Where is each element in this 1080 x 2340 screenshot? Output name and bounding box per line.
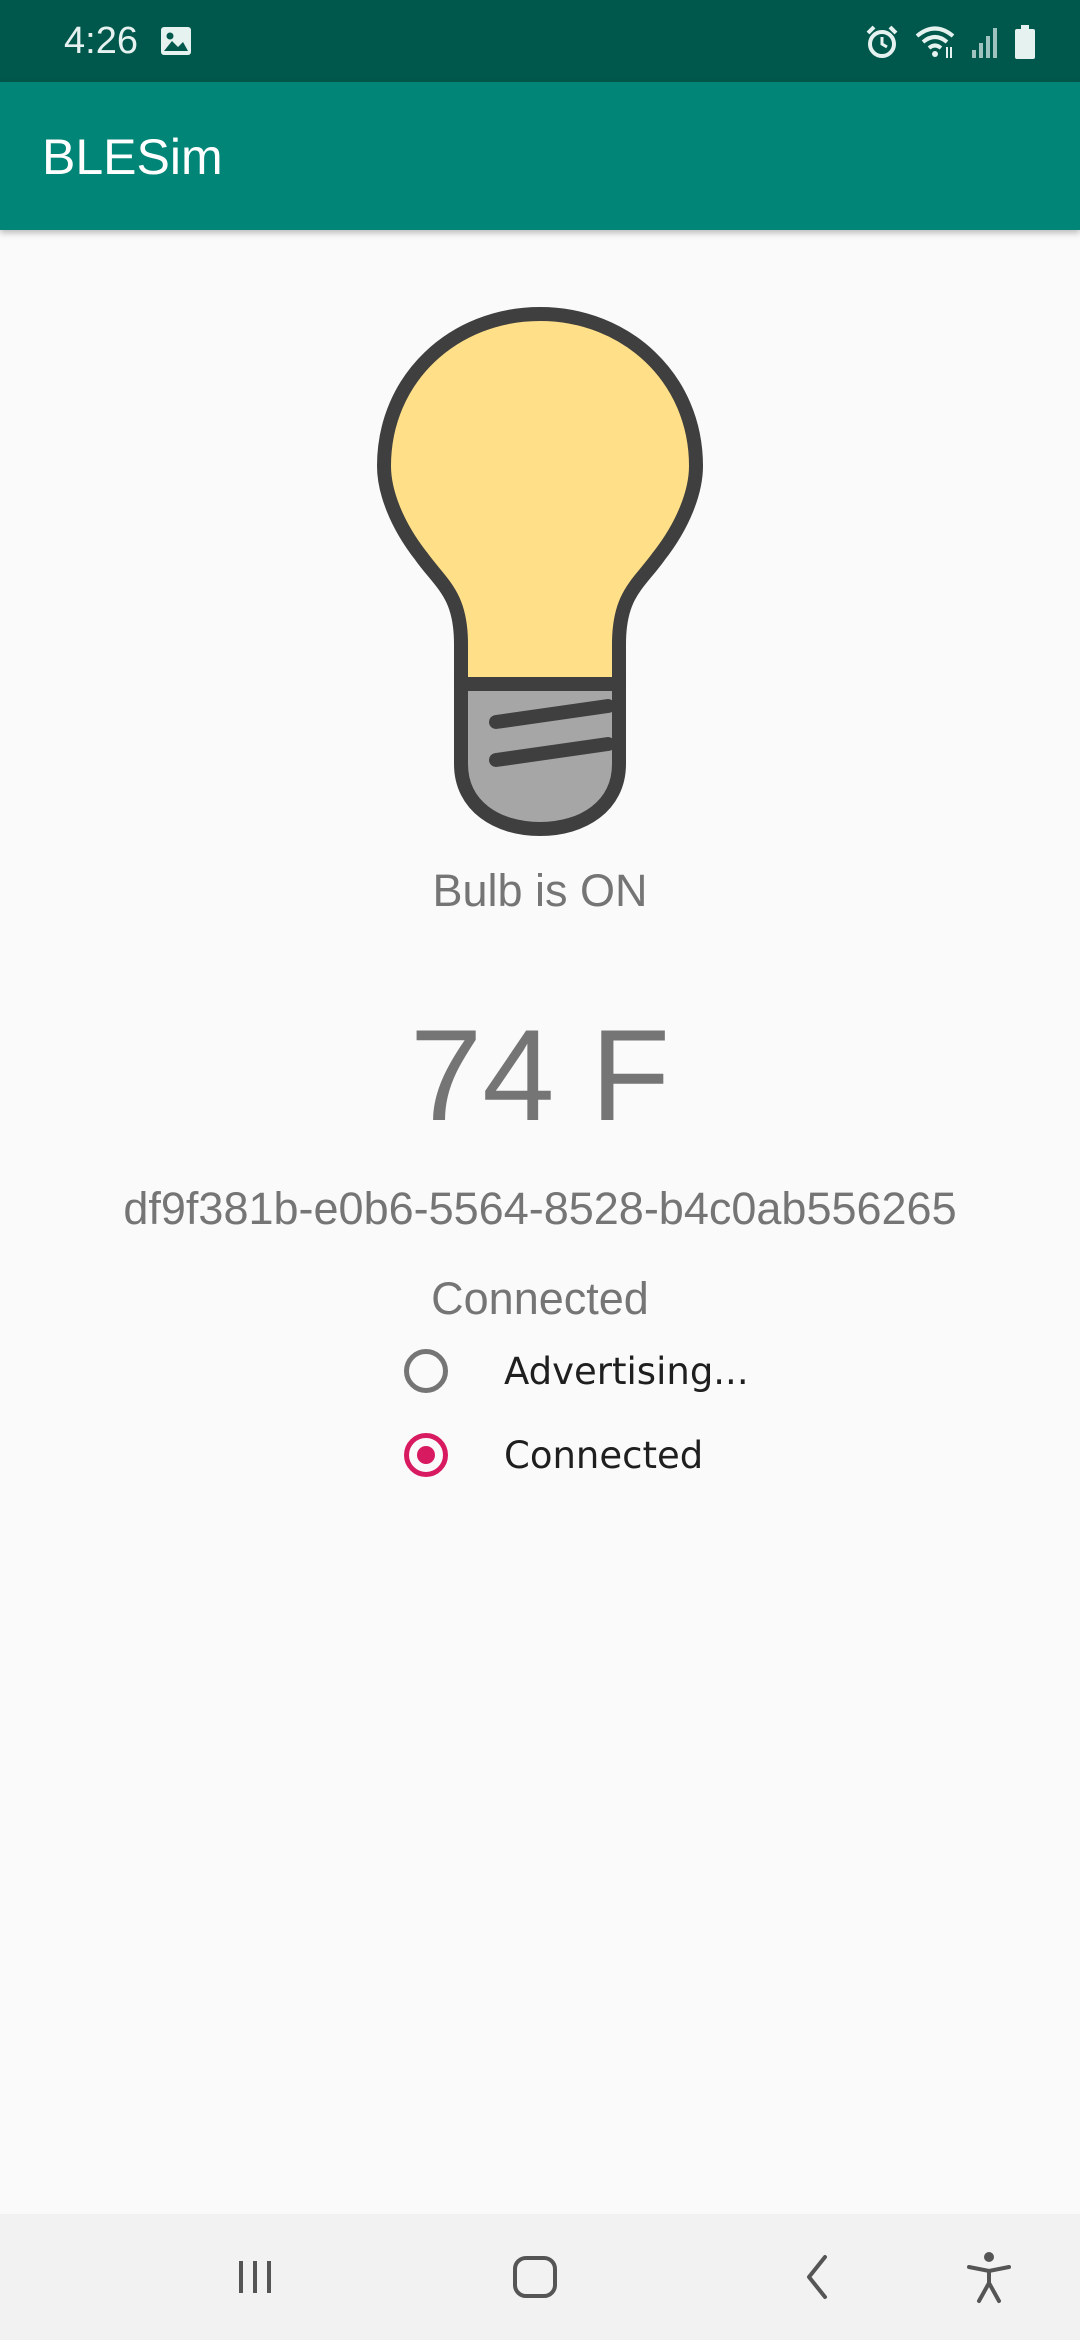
app-title: BLESim xyxy=(42,129,223,185)
accessibility-icon[interactable] xyxy=(944,2242,1034,2312)
battery-icon xyxy=(1014,25,1036,64)
radio-label: Connected xyxy=(504,1433,704,1477)
radio-connected[interactable]: Connected xyxy=(404,1420,703,1490)
radio-button-checked[interactable] xyxy=(404,1433,448,1477)
temperature-value: 74 F xyxy=(409,1002,671,1148)
status-time: 4:26 xyxy=(64,20,138,62)
bulb-status-label: Bulb is ON xyxy=(432,865,648,916)
alarm-icon xyxy=(864,24,900,65)
gallery-icon xyxy=(160,26,192,61)
device-id: df9f381b-e0b6-5564-8528-b4c0ab556265 xyxy=(123,1183,957,1234)
wifi-icon xyxy=(914,25,956,64)
radio-advertising[interactable]: Advertising... xyxy=(404,1336,749,1406)
recent-apps-icon[interactable] xyxy=(210,2242,300,2312)
connection-status: Connected xyxy=(431,1273,649,1324)
navigation-bar xyxy=(0,2214,1080,2340)
radio-button-unchecked[interactable] xyxy=(404,1349,448,1393)
back-icon[interactable] xyxy=(772,2242,862,2312)
bulb-icon xyxy=(376,306,704,836)
radio-label: Advertising... xyxy=(504,1349,749,1393)
status-bar: 4:26 xyxy=(0,0,1080,82)
home-icon[interactable] xyxy=(490,2242,580,2312)
app-bar: BLESim xyxy=(0,82,1080,230)
signal-icon xyxy=(970,26,1000,63)
